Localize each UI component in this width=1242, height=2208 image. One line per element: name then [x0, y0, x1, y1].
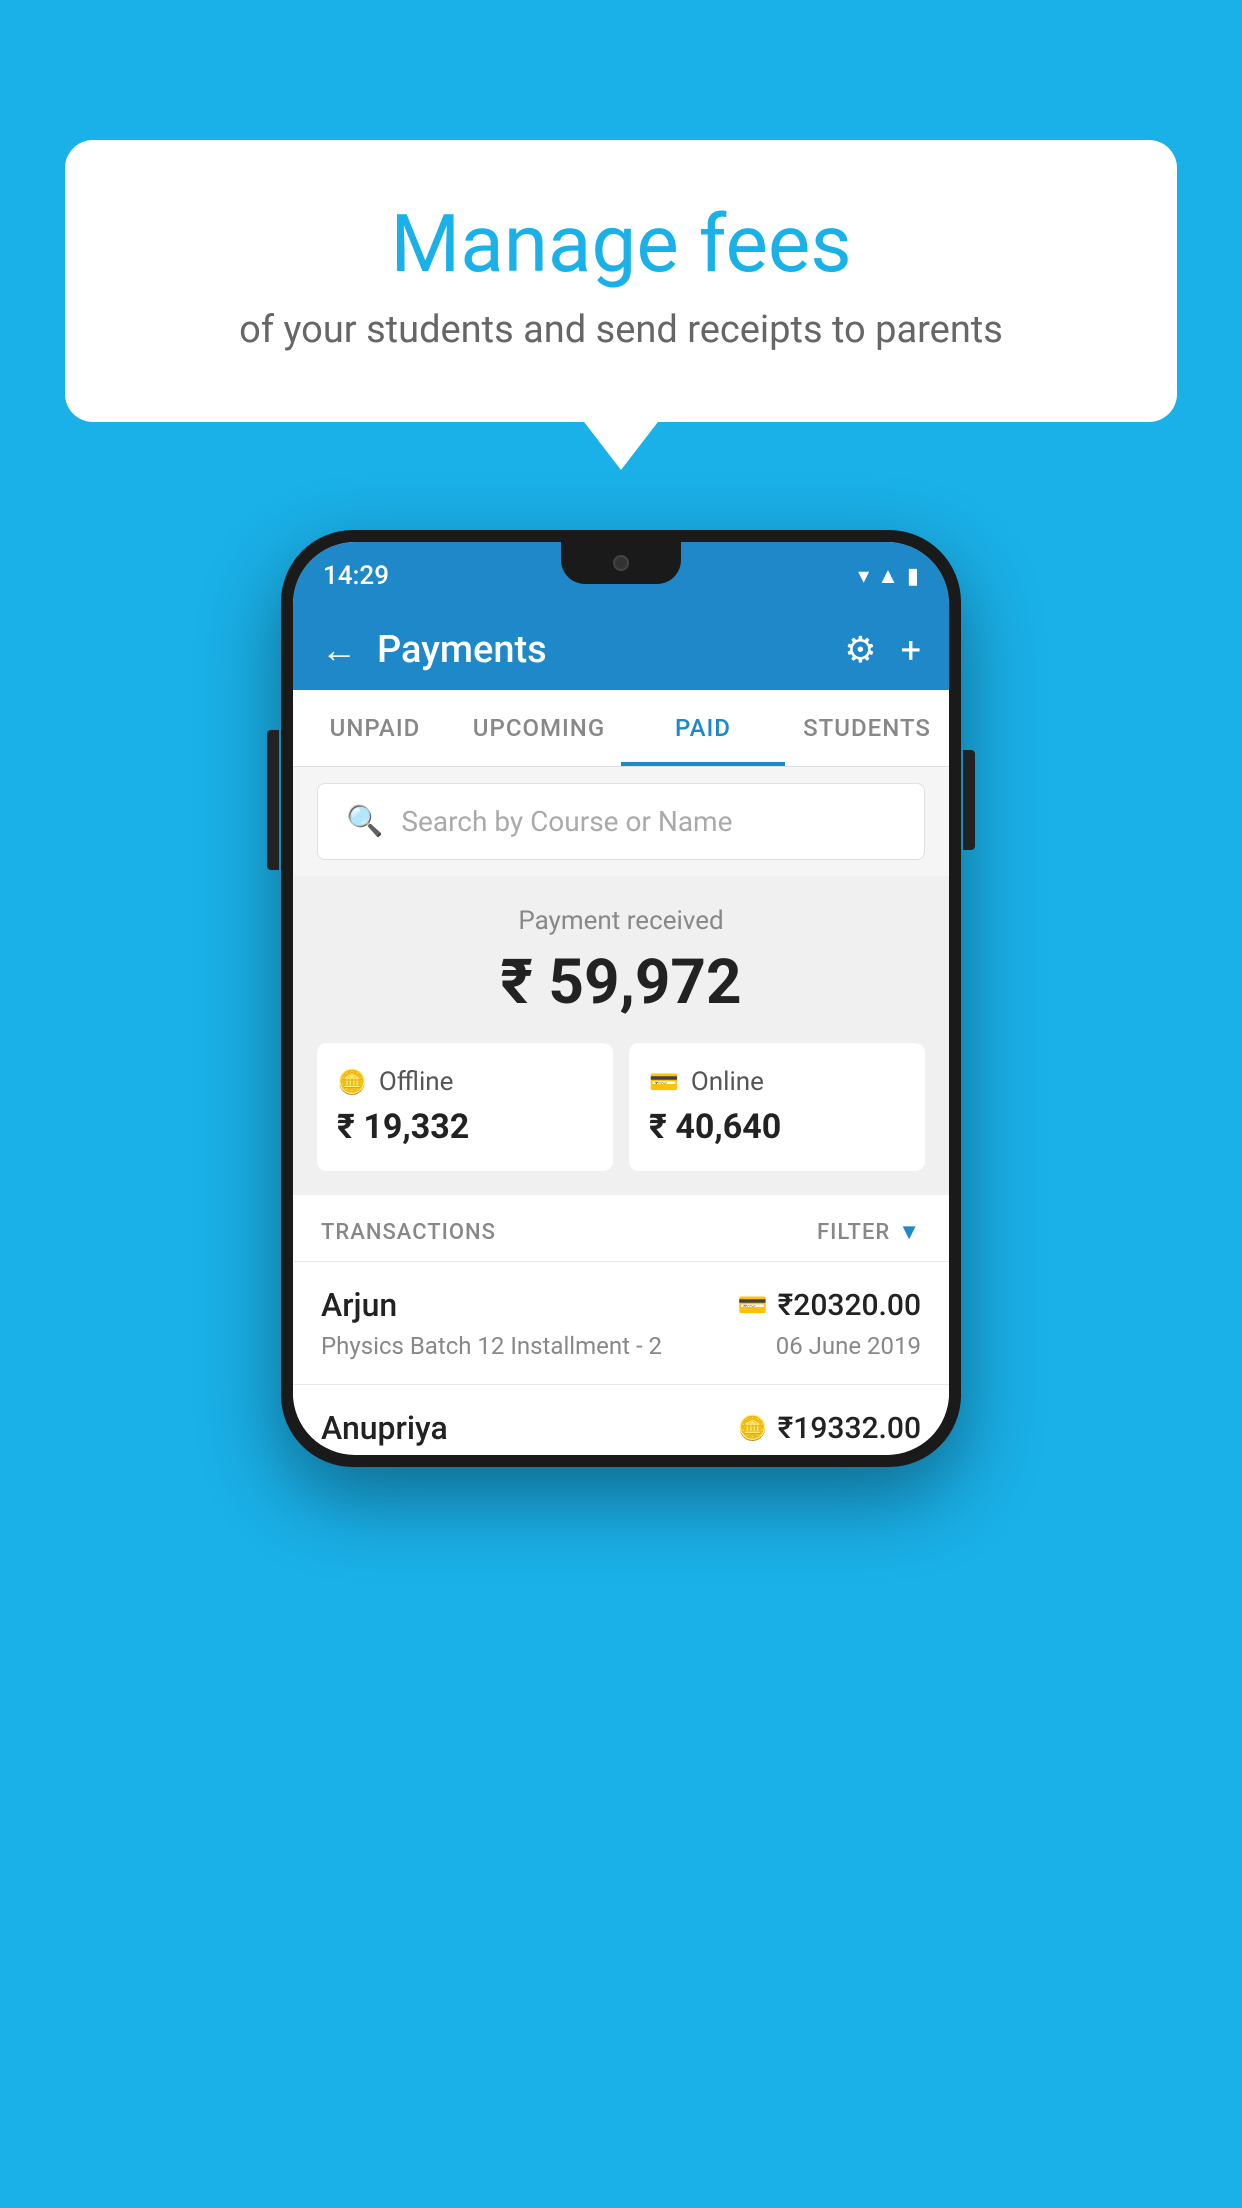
signal-icon: ▲ — [877, 563, 899, 589]
header-title: Payments — [377, 628, 547, 672]
transaction-date: 06 June 2019 — [776, 1332, 921, 1360]
online-card: 💳 Online ₹ 40,640 — [629, 1043, 925, 1171]
amount-value: ₹20320.00 — [778, 1288, 921, 1323]
transaction-top: Arjun 💳 ₹20320.00 — [321, 1286, 921, 1324]
transaction-bottom: Physics Batch 12 Installment - 2 06 June… — [321, 1332, 921, 1360]
header-right: ⚙ + — [844, 629, 921, 671]
filter-button[interactable]: FILTER ▼ — [817, 1219, 921, 1245]
header-left: ← Payments — [321, 628, 547, 672]
table-row[interactable]: Anupriya 🪙 ₹19332.00 — [293, 1384, 949, 1447]
transaction-amount: 💳 ₹20320.00 — [738, 1288, 921, 1323]
course-info: Physics Batch 12 Installment - 2 — [321, 1332, 662, 1360]
payment-received-label: Payment received — [317, 906, 925, 936]
payment-received-section: Payment received ₹ 59,972 🪙 Offline ₹ 19… — [293, 876, 949, 1195]
add-icon[interactable]: + — [901, 629, 921, 671]
phone-wrapper: 14:29 ▾ ▲ ▮ ← Payments ⚙ + — [281, 530, 961, 1467]
online-payment-icon: 💳 — [738, 1291, 768, 1319]
offline-amount: ₹ 19,332 — [337, 1107, 593, 1147]
notch — [561, 542, 681, 584]
tabs: UNPAID UPCOMING PAID STUDENTS — [293, 690, 949, 767]
app-header: ← Payments ⚙ + — [293, 610, 949, 690]
search-input[interactable]: 🔍 Search by Course or Name — [317, 783, 925, 860]
offline-payment-icon: 🪙 — [738, 1414, 768, 1442]
transaction-top: Anupriya 🪙 ₹19332.00 — [321, 1409, 921, 1447]
filter-icon: ▼ — [898, 1219, 921, 1245]
offline-card: 🪙 Offline ₹ 19,332 — [317, 1043, 613, 1171]
battery-icon: ▮ — [907, 564, 919, 589]
tab-unpaid[interactable]: UNPAID — [293, 690, 457, 766]
settings-icon[interactable]: ⚙ — [844, 629, 876, 671]
transactions-header: TRANSACTIONS FILTER ▼ — [293, 1195, 949, 1261]
transactions-label: TRANSACTIONS — [321, 1220, 496, 1245]
status-bar: 14:29 ▾ ▲ ▮ — [293, 542, 949, 610]
online-card-header: 💳 Online — [649, 1067, 905, 1097]
offline-card-header: 🪙 Offline — [337, 1067, 593, 1097]
online-icon: 💳 — [649, 1068, 679, 1096]
offline-icon: 🪙 — [337, 1068, 367, 1096]
online-label: Online — [691, 1067, 764, 1097]
camera-dot — [613, 555, 629, 571]
search-bar-container: 🔍 Search by Course or Name — [293, 767, 949, 876]
payment-total-amount: ₹ 59,972 — [317, 946, 925, 1019]
bubble-subtitle: of your students and send receipts to pa… — [145, 308, 1097, 352]
offline-label: Offline — [379, 1067, 454, 1097]
amount-value: ₹19332.00 — [778, 1411, 921, 1446]
tab-paid[interactable]: PAID — [621, 690, 785, 766]
bubble-title: Manage fees — [145, 200, 1097, 288]
phone-screen: 14:29 ▾ ▲ ▮ ← Payments ⚙ + — [293, 542, 949, 1455]
status-time: 14:29 — [323, 561, 389, 591]
table-row[interactable]: Arjun 💳 ₹20320.00 Physics Batch 12 Insta… — [293, 1261, 949, 1384]
student-name: Arjun — [321, 1286, 397, 1324]
tab-students[interactable]: STUDENTS — [785, 690, 949, 766]
phone: 14:29 ▾ ▲ ▮ ← Payments ⚙ + — [281, 530, 961, 1467]
filter-label: FILTER — [817, 1220, 890, 1245]
tab-upcoming[interactable]: UPCOMING — [457, 690, 621, 766]
student-name: Anupriya — [321, 1409, 448, 1447]
online-amount: ₹ 40,640 — [649, 1107, 905, 1147]
speech-bubble: Manage fees of your students and send re… — [65, 140, 1177, 422]
status-icons: ▾ ▲ ▮ — [858, 563, 919, 589]
search-placeholder: Search by Course or Name — [401, 805, 732, 838]
search-icon: 🔍 — [346, 804, 383, 839]
back-button[interactable]: ← — [321, 629, 357, 671]
wifi-icon: ▾ — [858, 564, 869, 589]
transaction-amount: 🪙 ₹19332.00 — [738, 1411, 921, 1446]
payment-cards: 🪙 Offline ₹ 19,332 💳 Online ₹ 40,640 — [317, 1043, 925, 1171]
speech-bubble-container: Manage fees of your students and send re… — [65, 140, 1177, 422]
